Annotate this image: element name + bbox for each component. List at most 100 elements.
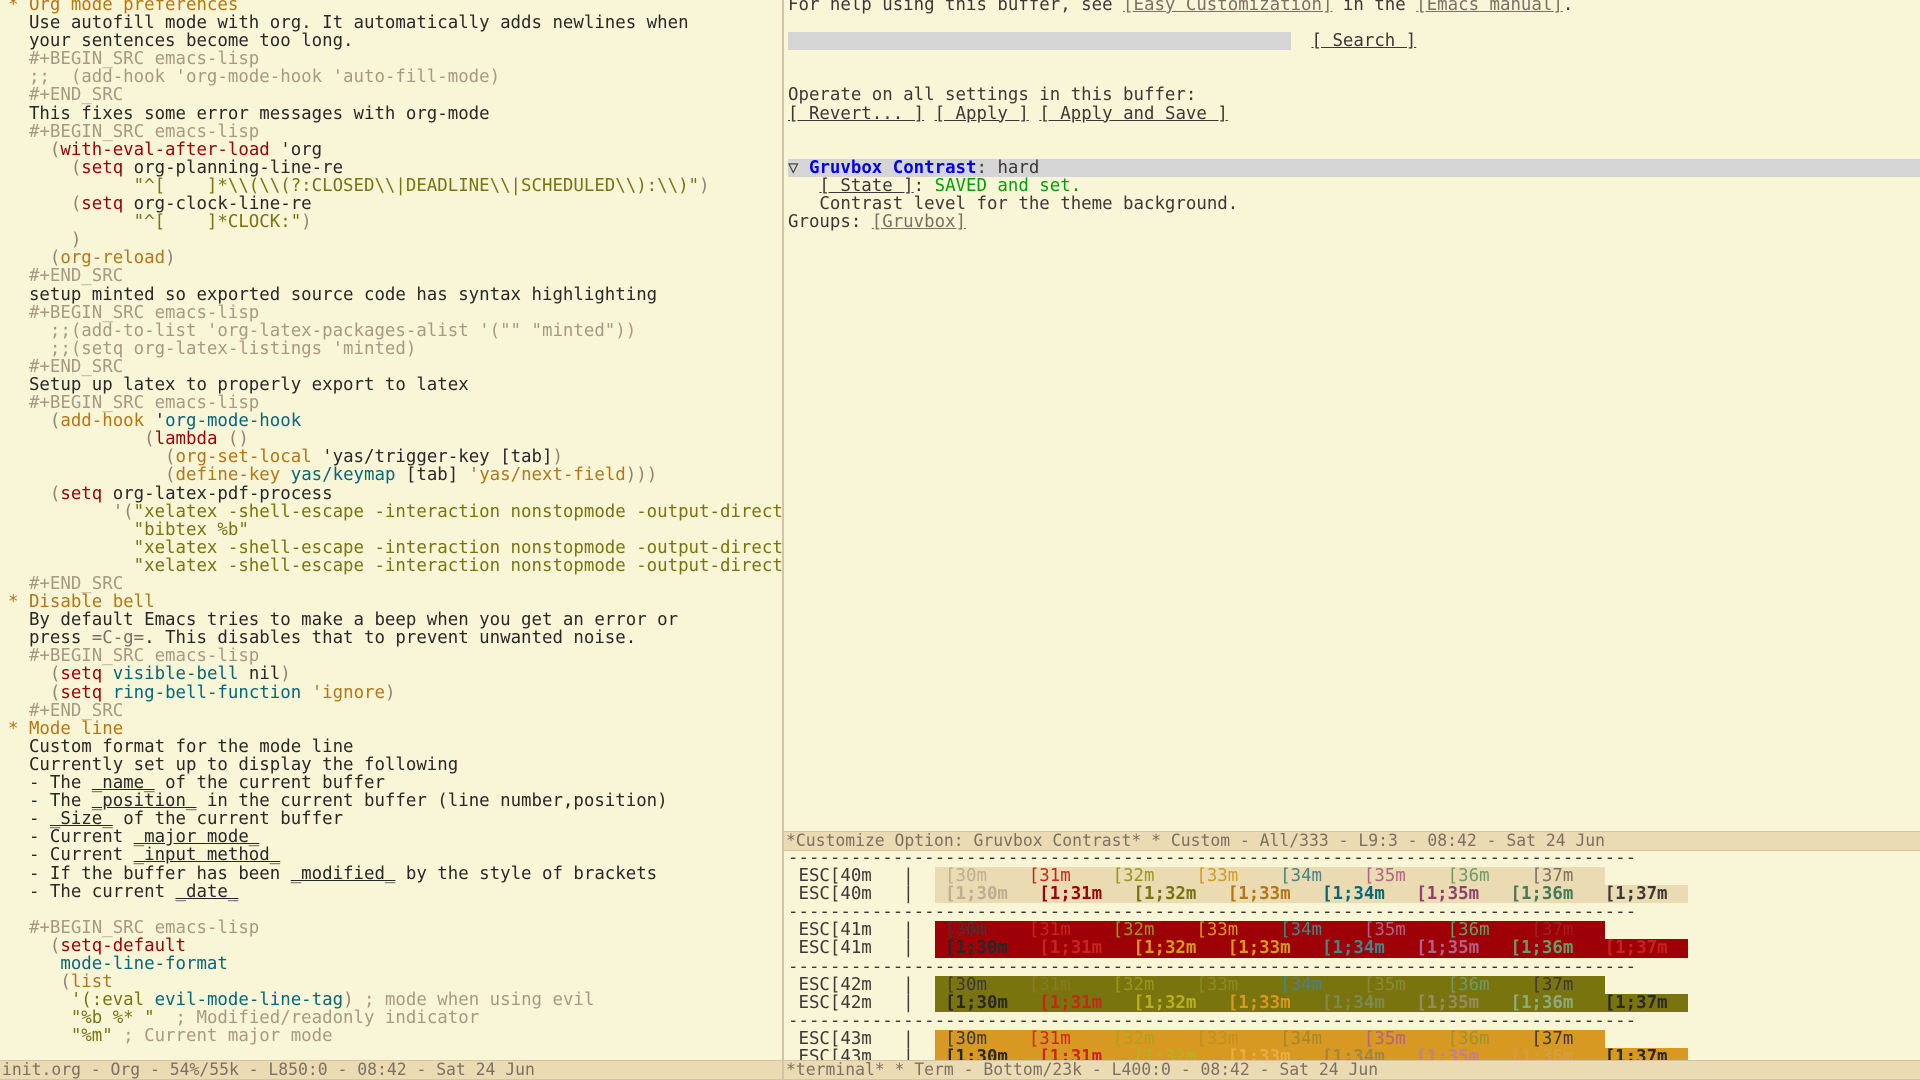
ansi-code-cell: [30m xyxy=(934,866,1019,887)
ansi-code-cell: [1;33m xyxy=(1217,992,1312,1013)
org-span: #+BEGIN_SRC emacs-lisp xyxy=(8,302,260,323)
org-span: list xyxy=(70,972,113,993)
org-line: #+BEGIN_SRC emacs-lisp xyxy=(8,304,782,322)
org-line: (setq-default xyxy=(8,937,782,955)
org-line: "^[ ]*\\(\\(?:CLOSED\\|DEADLINE\\|SCHEDU… xyxy=(8,177,782,195)
ansi-code-cell: [1;36m xyxy=(1500,992,1595,1013)
org-line: (list xyxy=(8,973,782,991)
org-span: ) xyxy=(699,175,710,196)
org-span: 'yas/trigger-key [tab] xyxy=(311,447,553,468)
terminal-separator: ----------------------------------------… xyxy=(788,956,1637,977)
org-span: ;;(setq org-latex-listings 'minted) xyxy=(8,338,417,359)
org-buffer-text[interactable]: * Org mode preferences Use autofill mode… xyxy=(0,0,782,1045)
org-span: ( xyxy=(8,447,176,468)
terminal-buffer-window[interactable]: ----------------------------------------… xyxy=(784,851,1920,1080)
org-buffer-window[interactable]: * Org mode preferences Use autofill mode… xyxy=(0,0,782,1080)
ansi-color-row: ESC[42m | [1;30m [1;31m [1;32m [1;33m [1… xyxy=(788,994,1920,1012)
ansi-code-cell: [1;31m xyxy=(1028,938,1124,959)
org-span: - The current xyxy=(8,881,176,902)
state-value: SAVED and set. xyxy=(934,175,1082,196)
org-span: _modified_ xyxy=(290,863,396,884)
ansi-swatch: [1;30m [1;31m [1;32m [1;33m [1;34m [1;35… xyxy=(934,992,1689,1013)
org-span: Setup up latex to properly export to lat… xyxy=(8,374,469,395)
ansi-code-cell: [36m xyxy=(1437,866,1521,887)
spacer-line-3 xyxy=(788,68,1920,86)
option-docstring-row: Contrast level for the theme background. xyxy=(788,195,1920,213)
option-name: Gruvbox Contrast xyxy=(808,157,977,178)
option-groups-row: Groups: [Gruvbox] xyxy=(788,213,1920,231)
spacer-line-1 xyxy=(788,14,1920,32)
option-separator: : xyxy=(976,157,998,178)
ansi-code-cell: [1;35m xyxy=(1405,938,1500,959)
search-button[interactable]: [ Search ] xyxy=(1312,31,1417,51)
org-line: - If the buffer has been _modified_ by t… xyxy=(8,863,782,884)
ansi-swatch: [30m [31m [32m [33m [34m [35m [36m [37m xyxy=(934,920,1605,941)
ansi-code-cell: [31m xyxy=(1018,1028,1103,1049)
org-span: in the current buffer (line number,posit… xyxy=(196,791,668,812)
org-span: - Current xyxy=(8,845,134,866)
customize-buffer-window[interactable]: For help using this buffer, see [Easy Cu… xyxy=(784,0,1920,851)
org-span: add-hook xyxy=(60,411,145,432)
org-span: #+BEGIN_SRC emacs-lisp xyxy=(8,49,260,70)
org-span: - Current xyxy=(8,827,134,848)
ansi-code-cell: [31m xyxy=(1018,920,1103,941)
org-span: Use autofill mode with org. It automatic… xyxy=(8,13,689,34)
org-line: This fixes some error messages with org-… xyxy=(8,105,782,123)
ansi-bg-label: ESC[40m | xyxy=(788,866,935,887)
gruvbox-group-link[interactable]: [Gruvbox] xyxy=(872,212,966,232)
org-line: - _Size_ of the current buffer xyxy=(8,810,782,828)
spacer-line-4 xyxy=(788,123,1920,141)
org-line: your sentences become too long. xyxy=(8,32,782,50)
org-span: 'yas/next-field xyxy=(468,465,626,486)
org-span: org-planning-line-re xyxy=(123,157,344,178)
ansi-code-cell: [32m xyxy=(1102,1028,1186,1049)
org-span: ( xyxy=(8,157,82,178)
org-span: define-key xyxy=(175,465,281,486)
terminal-buffer-text[interactable]: ----------------------------------------… xyxy=(784,851,1920,1080)
ansi-color-row: ESC[40m | [1;30m [1;31m [1;32m [1;33m [1… xyxy=(788,884,1920,905)
revert-button[interactable]: [ Revert... ] xyxy=(788,104,924,124)
ansi-bg-label: ESC[40m | xyxy=(788,884,935,905)
org-line: setup minted so exported source code has… xyxy=(8,284,782,305)
org-span: "%b %* " xyxy=(8,1008,155,1029)
org-line: '(:eval evil-mode-line-tag) ; mode when … xyxy=(8,991,782,1009)
chevron-down-icon[interactable]: ▽ xyxy=(788,158,798,178)
org-span: #+END_SRC xyxy=(8,700,124,721)
apply-button[interactable]: [ Apply ] xyxy=(935,104,1029,124)
ansi-code-cell: [1;30m xyxy=(934,938,1029,959)
org-span: * Mode line xyxy=(8,718,124,739)
groups-label: Groups: xyxy=(788,212,872,233)
ansi-code-cell: [1;32m xyxy=(1123,884,1218,905)
option-value[interactable]: hard xyxy=(997,158,1039,178)
apply-and-save-button[interactable]: [ Apply and Save ] xyxy=(1039,104,1227,124)
org-span: setup minted so exported source code has… xyxy=(8,284,658,305)
org-span: "xelatex -shell-escape -interaction nons… xyxy=(133,501,782,522)
ansi-code-cell: [1;31m xyxy=(1028,884,1124,905)
ansi-swatch: [30m [31m [32m [33m [34m [35m [36m [37m xyxy=(934,866,1605,887)
ansi-code-cell: [1;30m xyxy=(934,884,1029,905)
option-value-row[interactable]: ▽ Gruvbox Contrast: hard xyxy=(788,159,1920,177)
search-input[interactable] xyxy=(788,32,1291,51)
ansi-code-cell: [35m xyxy=(1353,974,1438,995)
ansi-bg-label: ESC[41m | xyxy=(788,920,935,941)
org-line: #+END_SRC xyxy=(8,358,782,376)
org-span: by the style of brackets xyxy=(395,863,658,884)
spacer-line-5 xyxy=(788,141,1920,159)
org-line: (org-reload) xyxy=(8,249,782,267)
customize-buffer-text[interactable]: For help using this buffer, see [Easy Cu… xyxy=(784,0,1920,231)
state-button[interactable]: [ State ] xyxy=(819,176,913,196)
org-line: ) xyxy=(8,231,782,249)
org-span: ) xyxy=(301,212,312,233)
terminal-separator: ----------------------------------------… xyxy=(788,851,1637,868)
org-span: "xelatex -shell-escape -interaction nons… xyxy=(133,537,782,558)
org-line: ;;(setq org-latex-listings 'minted) xyxy=(8,340,782,358)
org-span: ( xyxy=(8,935,61,956)
org-span: _input method_ xyxy=(133,845,281,866)
operate-buttons-row: [ Revert... ] [ Apply ] [ Apply and Save… xyxy=(788,105,1920,123)
ansi-code-cell: [34m xyxy=(1269,920,1354,941)
ansi-code-cell: [1;32m xyxy=(1123,992,1218,1013)
emacs-manual-link[interactable]: [Emacs manual] xyxy=(1416,0,1563,15)
org-span: This fixes some error messages with org-… xyxy=(8,103,490,124)
terminal-separator: ----------------------------------------… xyxy=(788,1010,1637,1031)
easy-customization-link[interactable]: [Easy Customization] xyxy=(1123,0,1332,15)
